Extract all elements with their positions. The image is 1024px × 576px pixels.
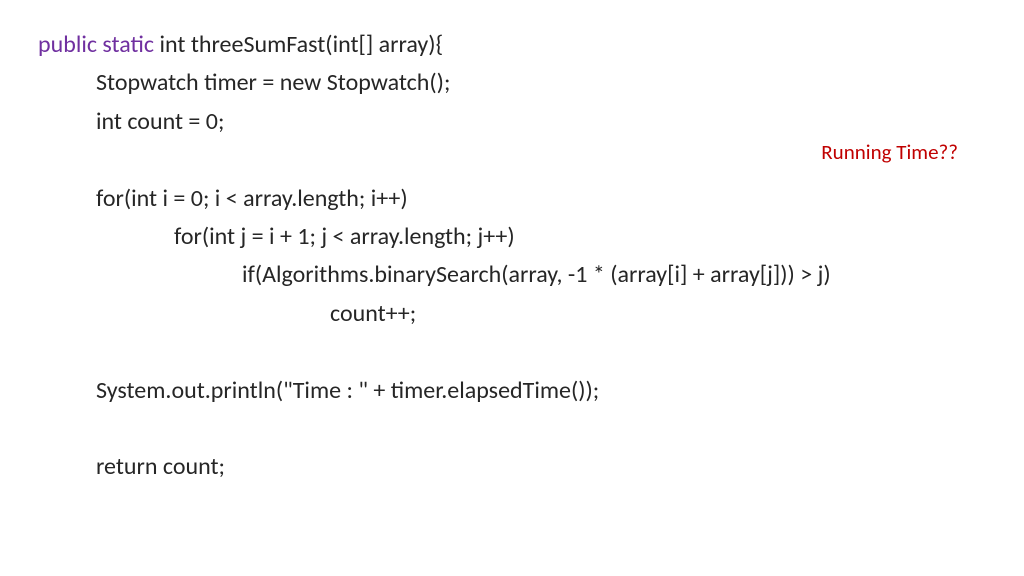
code-line-return: return count; — [38, 448, 986, 486]
running-time-annotation: Running Time?? — [821, 136, 958, 170]
code-line-signature: public static int threeSumFast(int[] arr… — [38, 26, 986, 64]
code-line-if: if(Algorithms.binarySearch(array, -1 * (… — [38, 256, 986, 294]
blank-line-3 — [38, 410, 986, 448]
keyword-public-static: public static — [38, 30, 160, 59]
code-line-for-j: for(int j = i + 1; j < array.length; j++… — [38, 218, 986, 256]
code-line-for-i: for(int i = 0; i < array.length; i++) — [38, 180, 986, 218]
code-line-println: System.out.println("Time : " + timer.ela… — [38, 372, 986, 410]
method-signature: int threeSumFast(int[] array){ — [160, 30, 444, 59]
blank-line-2 — [38, 333, 986, 371]
code-line-count-inc: count++; — [38, 295, 986, 333]
code-line-stopwatch: Stopwatch timer = new Stopwatch(); — [38, 64, 986, 102]
